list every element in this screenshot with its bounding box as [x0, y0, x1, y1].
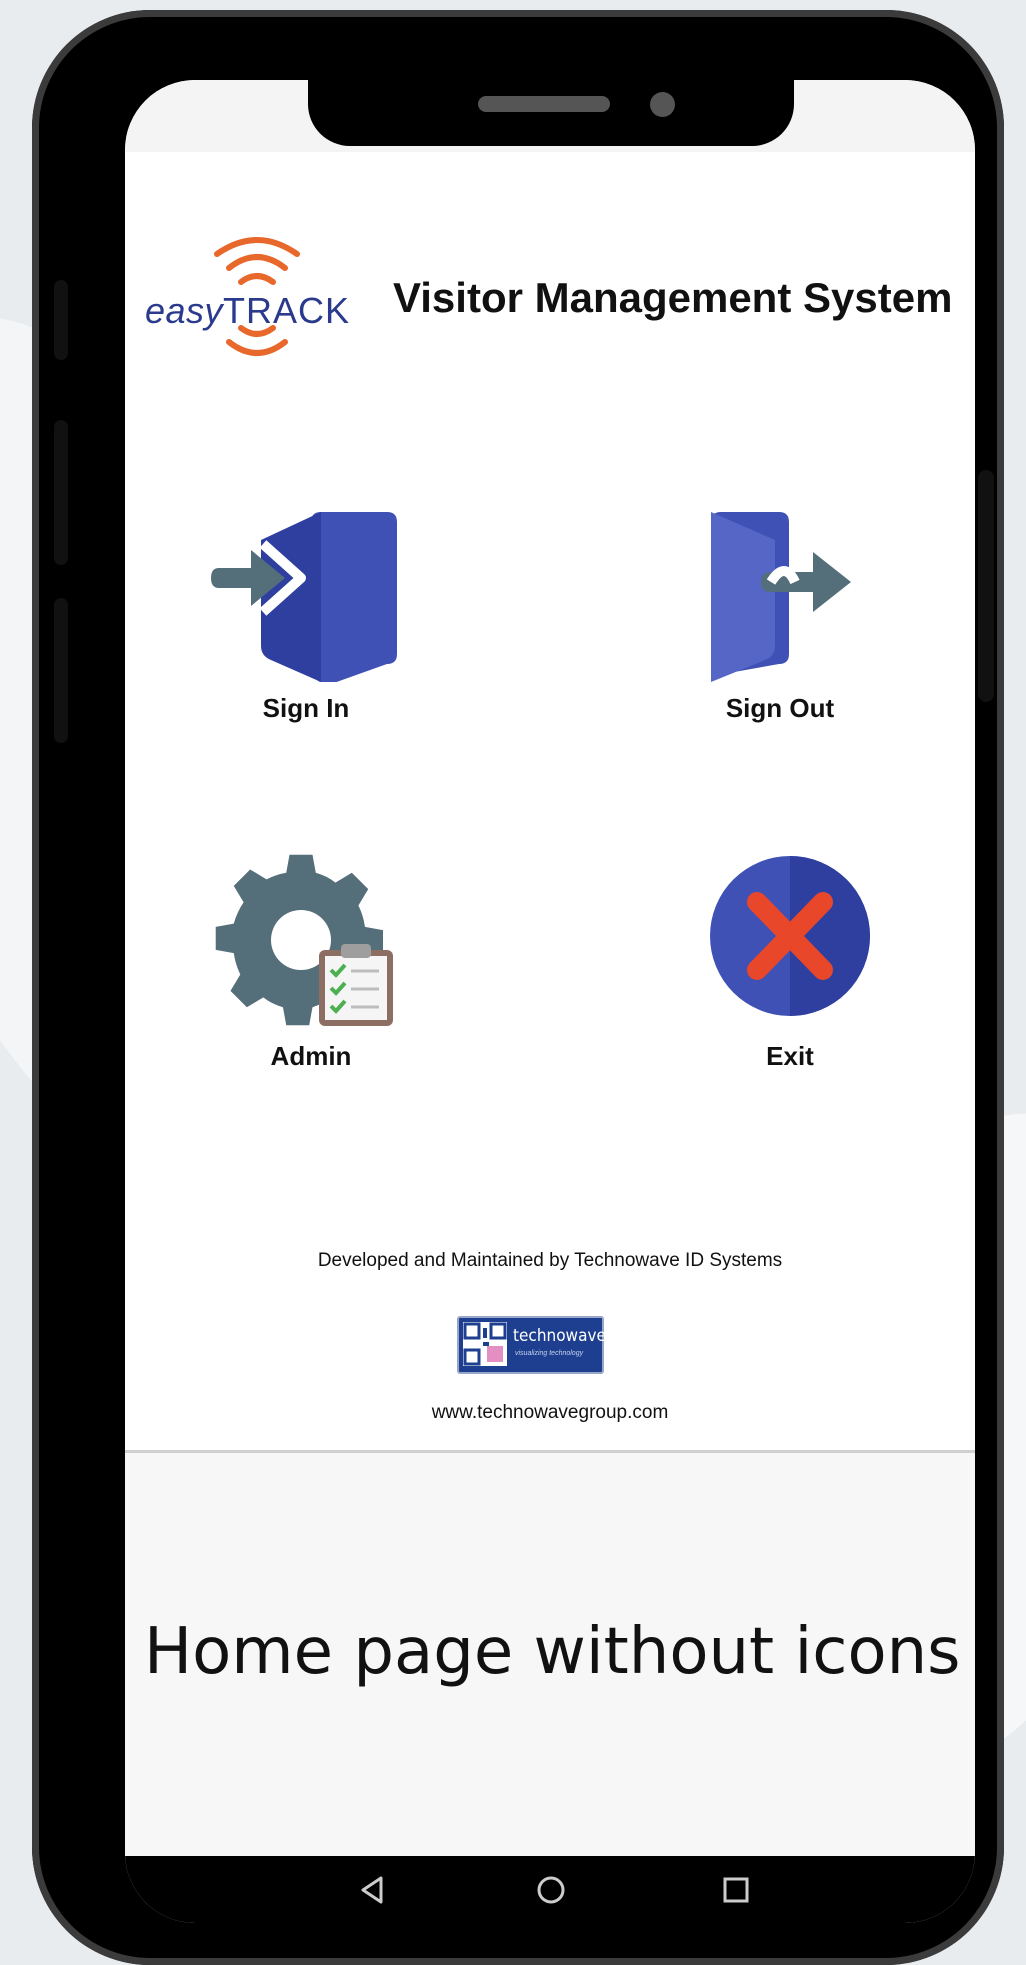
brand-tagline: visualizing technology: [515, 1350, 584, 1357]
home-circle-icon[interactable]: [531, 1870, 571, 1910]
technowave-logo: technowave visualizing technology: [457, 1316, 606, 1374]
qr-code-icon: [463, 1322, 507, 1366]
page-title: Visitor Management System: [393, 274, 953, 321]
navigation-bar: [125, 1856, 975, 1923]
exit-button[interactable]: Exit: [695, 850, 885, 1072]
sign-in-door-icon: [211, 512, 397, 684]
phone-volume-up-button: [54, 420, 68, 565]
sign-out-label: Sign Out: [725, 693, 835, 723]
speaker-grille: [478, 96, 610, 112]
exit-label: Exit: [766, 1041, 814, 1071]
sign-in-button[interactable]: Sign In: [201, 500, 411, 724]
phone-notch: [308, 80, 794, 146]
easytrack-logo: easyTRACK: [145, 232, 349, 360]
brand-name: technowave: [513, 1326, 606, 1346]
website-link[interactable]: www.technowavegroup.com: [125, 1402, 975, 1424]
sign-out-button[interactable]: Sign Out: [675, 500, 885, 724]
phone-mute-switch: [54, 280, 68, 360]
close-circle-icon: [710, 856, 870, 1016]
logo-text-easy: easy: [145, 290, 224, 331]
admin-button[interactable]: Admin: [211, 850, 411, 1072]
phone-volume-down-button: [54, 598, 68, 743]
recents-square-icon[interactable]: [716, 1870, 756, 1910]
front-camera: [650, 92, 675, 117]
back-triangle-icon[interactable]: [353, 1870, 393, 1910]
sign-out-door-icon: [711, 512, 851, 682]
admin-label: Admin: [270, 1041, 352, 1071]
phone-power-button: [978, 470, 994, 702]
developer-credit: Developed and Maintained by Technowave I…: [317, 1250, 783, 1271]
app-screen: easyTRACK Visitor Management System Sign…: [125, 80, 975, 1923]
logo-text-track: TRACK: [223, 290, 351, 331]
sign-in-label: Sign In: [262, 693, 350, 723]
screen-caption: Home page without icons: [144, 1615, 961, 1689]
gear-clipboard-icon: [215, 854, 393, 1026]
phone-frame: easyTRACK Visitor Management System Sign…: [32, 10, 1004, 1965]
